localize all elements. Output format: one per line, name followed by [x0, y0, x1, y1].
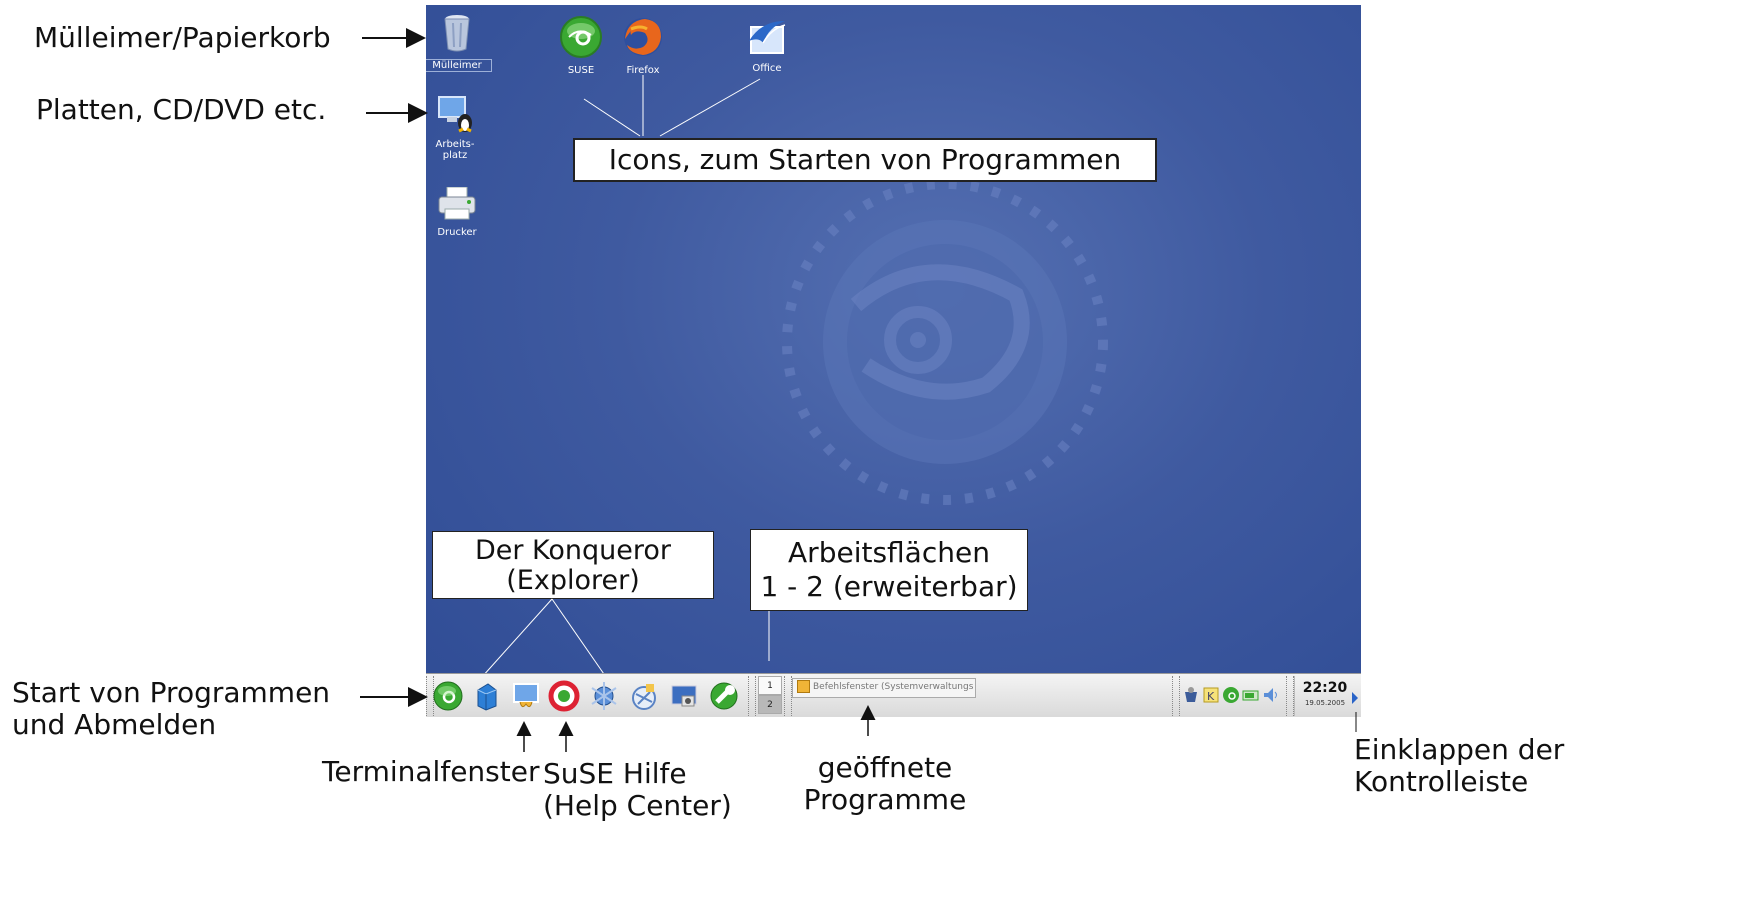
annotation-arrows — [360, 28, 1357, 752]
